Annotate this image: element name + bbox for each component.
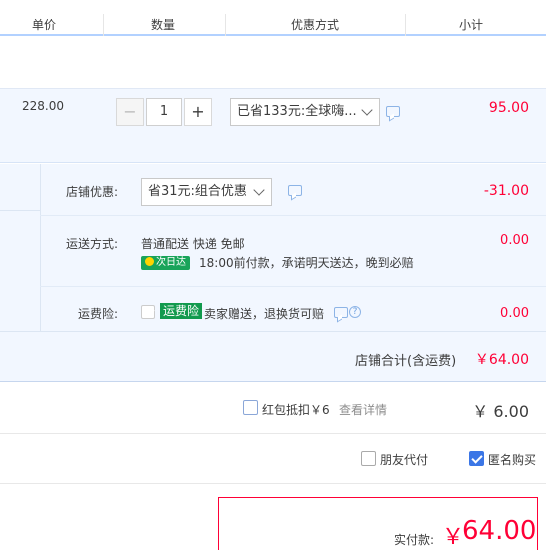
divider bbox=[40, 215, 546, 216]
increase-qty-button[interactable]: + bbox=[184, 98, 212, 126]
store-total-value: ￥64.00 bbox=[474, 352, 529, 368]
redpacket-amount: ￥ 6.00 bbox=[472, 402, 529, 421]
divider bbox=[0, 483, 546, 484]
next-day-badge: 次日达 bbox=[141, 256, 190, 270]
insurance-tag: 运费险 bbox=[160, 303, 203, 319]
quantity-stepper: − 1 + bbox=[116, 98, 212, 126]
col-subtotal: 小计 bbox=[459, 18, 484, 32]
header-divider bbox=[103, 14, 104, 36]
chevron-down-icon bbox=[361, 104, 373, 116]
shipping-method: 普通配送 快递 免邮 bbox=[141, 237, 245, 251]
divider bbox=[0, 331, 546, 332]
item-subtotal: 95.00 bbox=[488, 100, 529, 116]
cart-table-header: 单价 数量 优惠方式 小计 bbox=[0, 0, 546, 36]
payment-label: 实付款: bbox=[394, 533, 435, 547]
chat-bubble-icon[interactable] bbox=[386, 106, 400, 117]
insurance-label: 运费险: bbox=[78, 307, 119, 321]
store-total-label: 店铺合计(含运费) bbox=[355, 354, 457, 369]
redpacket-checkbox[interactable] bbox=[243, 400, 258, 415]
shipping-note: 18:00前付款，承诺明天送达，晚到必赔 bbox=[199, 256, 414, 270]
insurance-text: 卖家赠送，退换货可赔 bbox=[204, 307, 325, 321]
shipping-label: 运送方式: bbox=[66, 237, 119, 251]
redpacket-label: 红包抵扣￥6 bbox=[262, 403, 330, 417]
redpacket-details-link[interactable]: 查看详情 bbox=[339, 401, 387, 418]
col-discount: 优惠方式 bbox=[291, 18, 340, 32]
decrease-qty-button[interactable]: − bbox=[116, 98, 144, 126]
insurance-checkbox[interactable] bbox=[141, 305, 155, 319]
chat-bubble-icon[interactable] bbox=[334, 307, 348, 318]
quantity-input[interactable]: 1 bbox=[146, 98, 182, 126]
header-divider bbox=[225, 14, 226, 36]
friend-pay-label: 朋友代付 bbox=[380, 453, 429, 467]
divider bbox=[0, 433, 546, 434]
payment-amount: 64.00 bbox=[462, 516, 537, 546]
divider bbox=[40, 286, 546, 287]
store-promo-label: 店铺优惠: bbox=[66, 185, 119, 199]
store-promo-value: 省31元:组合优惠 bbox=[148, 184, 247, 199]
store-promo-select[interactable]: 省31元:组合优惠 bbox=[141, 178, 272, 206]
header-divider bbox=[405, 14, 406, 36]
friend-pay-checkbox[interactable] bbox=[361, 451, 376, 466]
divider bbox=[0, 210, 40, 211]
next-day-badge-text: 次日达 bbox=[156, 257, 186, 268]
unit-price: 228.00 bbox=[22, 99, 64, 113]
shipping-amount: 0.00 bbox=[500, 233, 529, 248]
col-unit-price: 单价 bbox=[32, 18, 57, 32]
lightning-icon bbox=[145, 257, 154, 266]
chat-bubble-icon[interactable] bbox=[288, 185, 302, 196]
anonymous-label: 匿名购买 bbox=[488, 453, 537, 467]
insurance-amount: 0.00 bbox=[500, 306, 529, 321]
anonymous-checkbox[interactable] bbox=[469, 451, 484, 466]
store-promo-amount: -31.00 bbox=[483, 183, 529, 199]
question-circle-icon[interactable]: ? bbox=[349, 306, 361, 318]
chevron-down-icon bbox=[253, 184, 265, 196]
payment-currency: ￥ bbox=[442, 525, 465, 550]
item-discount-value: 已省133元:全球嗨... bbox=[237, 104, 357, 119]
col-quantity: 数量 bbox=[151, 18, 176, 32]
item-discount-select[interactable]: 已省133元:全球嗨... bbox=[230, 98, 380, 126]
